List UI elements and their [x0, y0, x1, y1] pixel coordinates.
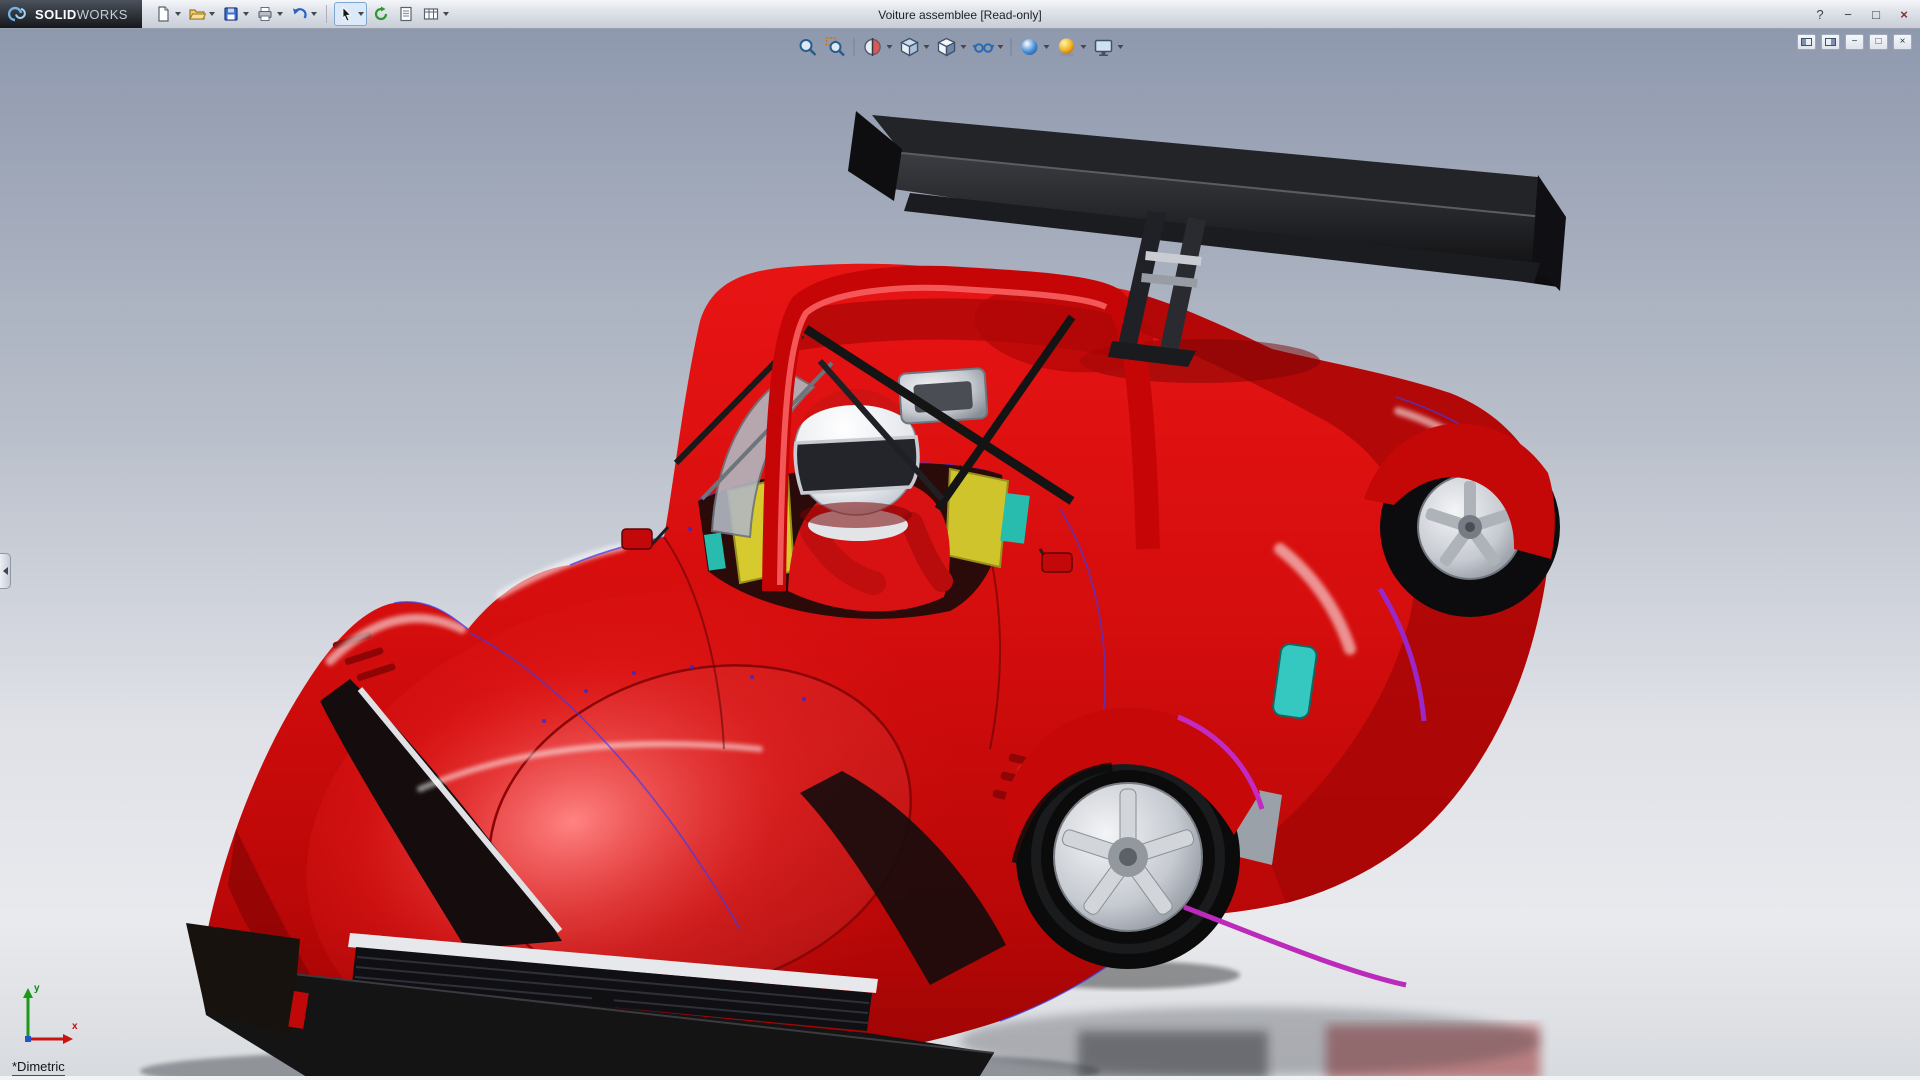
dropdown-caret-icon[interactable]	[887, 45, 893, 49]
panel-collapse-handle[interactable]	[0, 553, 11, 589]
apply-scene-button[interactable]	[1054, 34, 1089, 60]
undo-arrow-icon	[290, 5, 308, 23]
view-orientation-button[interactable]	[897, 34, 932, 60]
section-view-icon	[862, 36, 884, 58]
collapse-arrow-icon	[3, 567, 8, 575]
zoom-to-area-button[interactable]	[823, 34, 849, 60]
left-pane-icon	[1801, 38, 1812, 46]
hide-show-glasses-icon	[973, 36, 995, 58]
save-floppy-icon	[222, 5, 240, 23]
view-settings-button[interactable]	[1091, 34, 1126, 60]
y-axis-label: y	[34, 983, 40, 994]
minimize-button[interactable]: −	[1840, 7, 1856, 22]
open-button[interactable]	[186, 2, 217, 26]
toolbar-separator	[854, 38, 855, 56]
view-orientation-label: *Dimetric	[12, 1059, 65, 1076]
select-tool-button[interactable]	[334, 2, 367, 26]
dropdown-caret-icon[interactable]	[443, 12, 449, 16]
apply-scene-sphere-icon	[1056, 36, 1078, 58]
rebuild-button[interactable]	[370, 2, 392, 26]
toolbar-separator	[326, 5, 327, 23]
display-style-icon	[936, 36, 958, 58]
solidworks-window: SOLIDWORKS	[0, 0, 1920, 1080]
zoom-to-fit-icon	[797, 36, 819, 58]
heads-up-view-toolbar	[795, 34, 1126, 60]
zoom-to-area-icon	[825, 36, 847, 58]
save-button[interactable]	[220, 2, 251, 26]
help-button[interactable]: ?	[1812, 7, 1828, 22]
car-3d-model[interactable]	[0, 29, 1920, 1080]
dropdown-caret-icon[interactable]	[998, 45, 1004, 49]
solidworks-logo: SOLIDWORKS	[0, 0, 142, 28]
triad-axes-icon	[14, 985, 86, 1049]
dropdown-caret-icon[interactable]	[924, 45, 930, 49]
graphics-viewport[interactable]: − □ × y x *Dimetric	[0, 29, 1920, 1080]
view-settings-monitor-icon	[1093, 36, 1115, 58]
document-title: Voiture assemblee [Read-only]	[878, 0, 1041, 29]
orientation-triad: y x	[14, 985, 86, 1054]
new-document-button[interactable]	[152, 2, 183, 26]
options-grid-icon	[422, 5, 440, 23]
edit-appearance-button[interactable]	[1017, 34, 1052, 60]
window-controls: ? − □ ×	[1812, 0, 1912, 29]
dropdown-caret-icon[interactable]	[277, 12, 283, 16]
dropdown-caret-icon[interactable]	[311, 12, 317, 16]
brand-text: SOLIDWORKS	[35, 7, 128, 22]
maximize-button[interactable]: □	[1868, 7, 1884, 22]
edit-appearance-sphere-icon	[1019, 36, 1041, 58]
undo-button[interactable]	[288, 2, 319, 26]
dropdown-caret-icon[interactable]	[961, 45, 967, 49]
print-button[interactable]	[254, 2, 285, 26]
standard-toolbar	[152, 2, 451, 26]
display-style-button[interactable]	[934, 34, 969, 60]
toolbar-separator	[1011, 38, 1012, 56]
right-pane-icon	[1825, 38, 1836, 46]
minimize-document-button[interactable]: −	[1845, 34, 1864, 50]
status-strip	[0, 1076, 1920, 1080]
zoom-to-fit-button[interactable]	[795, 34, 821, 60]
select-cursor-icon	[337, 5, 355, 23]
display-pane-toggle-button[interactable]	[1821, 34, 1840, 50]
print-icon	[256, 5, 274, 23]
dropdown-caret-icon[interactable]	[175, 12, 181, 16]
document-window-controls: − □ ×	[1797, 34, 1912, 50]
rebuild-icon	[372, 5, 390, 23]
open-folder-icon	[188, 5, 206, 23]
dropdown-caret-icon[interactable]	[1081, 45, 1087, 49]
feature-pane-toggle-button[interactable]	[1797, 34, 1816, 50]
dropdown-caret-icon[interactable]	[1044, 45, 1050, 49]
view-orientation-cube-icon	[899, 36, 921, 58]
dropdown-caret-icon[interactable]	[243, 12, 249, 16]
dassault-3ds-icon	[8, 5, 30, 23]
close-button[interactable]: ×	[1896, 7, 1912, 22]
options-button[interactable]	[420, 2, 451, 26]
new-document-icon	[154, 5, 172, 23]
restore-document-button[interactable]: □	[1869, 34, 1888, 50]
dropdown-caret-icon[interactable]	[1118, 45, 1124, 49]
close-document-button[interactable]: ×	[1893, 34, 1912, 50]
x-axis-label: x	[72, 1021, 78, 1032]
hide-show-items-button[interactable]	[971, 34, 1006, 60]
file-properties-icon	[397, 5, 415, 23]
dropdown-caret-icon[interactable]	[358, 12, 364, 16]
dropdown-caret-icon[interactable]	[209, 12, 215, 16]
file-properties-button[interactable]	[395, 2, 417, 26]
section-view-button[interactable]	[860, 34, 895, 60]
title-bar: SOLIDWORKS	[0, 0, 1920, 29]
